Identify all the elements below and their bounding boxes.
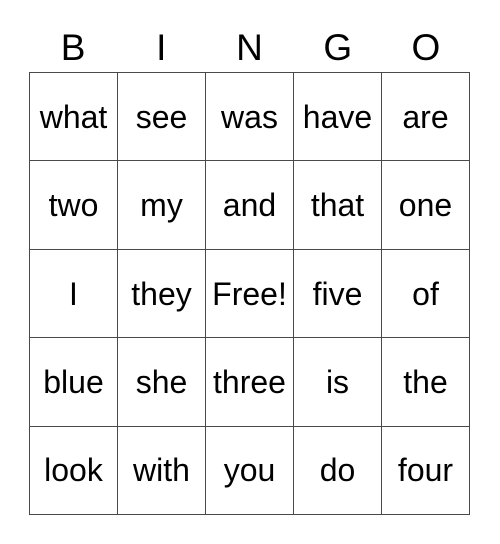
bingo-cell-label: are — [402, 98, 449, 135]
bingo-cell[interactable]: five — [294, 249, 382, 339]
bingo-cell[interactable]: you — [206, 426, 294, 516]
bingo-card: B I N G O what see was have are two my a… — [0, 0, 500, 544]
bingo-cell-label: one — [398, 187, 453, 224]
bingo-cell-label: my — [140, 187, 183, 224]
bingo-cell-label: you — [223, 452, 276, 489]
bingo-cell[interactable]: that — [294, 161, 382, 250]
bingo-cell-label: do — [319, 452, 356, 489]
bingo-cell[interactable]: was — [206, 73, 294, 162]
bingo-header-letter-n: N — [236, 26, 263, 68]
bingo-cell[interactable]: with — [118, 426, 206, 516]
bingo-cell[interactable]: three — [206, 338, 294, 427]
bingo-header-letter-i: I — [156, 26, 167, 68]
bingo-cell[interactable]: look — [30, 426, 118, 516]
bingo-cell[interactable]: and — [206, 161, 294, 250]
bingo-row: what see was have are — [30, 73, 470, 162]
bingo-cell-label: I — [69, 275, 78, 312]
bingo-cell-label: is — [325, 363, 350, 400]
bingo-header-letter-g: G — [323, 26, 353, 68]
bingo-cell[interactable]: one — [382, 161, 470, 250]
bingo-cell[interactable]: of — [382, 249, 470, 339]
bingo-cell-label: five — [312, 275, 363, 312]
bingo-cell[interactable]: the — [382, 338, 470, 427]
bingo-cell[interactable]: I — [30, 249, 118, 339]
bingo-cell-label: and — [222, 187, 277, 224]
bingo-cell-label: have — [302, 98, 373, 135]
bingo-cell-label: three — [213, 363, 286, 400]
bingo-cell-label: was — [221, 98, 278, 135]
bingo-row: look with you do four — [30, 426, 470, 516]
bingo-cell[interactable]: see — [118, 73, 206, 162]
bingo-header-letter-b: B — [60, 26, 86, 68]
bingo-cell-label: with — [133, 452, 190, 489]
bingo-row: I they Free! five of — [30, 249, 470, 339]
bingo-cell-label: the — [403, 363, 448, 400]
bingo-cell[interactable]: do — [294, 426, 382, 516]
bingo-cell[interactable]: my — [118, 161, 206, 250]
bingo-free-cell[interactable]: Free! — [206, 249, 294, 339]
bingo-row: blue she three is the — [30, 338, 470, 427]
bingo-cell[interactable]: two — [30, 161, 118, 250]
bingo-cell[interactable]: they — [118, 249, 206, 339]
bingo-cell-label: that — [310, 187, 365, 224]
bingo-cell[interactable]: four — [382, 426, 470, 516]
bingo-cell[interactable]: blue — [30, 338, 118, 427]
bingo-header-letter-o: O — [411, 26, 441, 68]
bingo-cell-label: see — [135, 98, 188, 135]
bingo-cell[interactable]: she — [118, 338, 206, 427]
bingo-cell-label: what — [39, 98, 108, 135]
bingo-cell-label: blue — [43, 363, 104, 400]
bingo-cell[interactable]: what — [30, 73, 118, 162]
bingo-cell[interactable]: have — [294, 73, 382, 162]
bingo-row: two my and that one — [30, 161, 470, 250]
bingo-grid: what see was have are two my and that on… — [29, 72, 470, 516]
bingo-cell-label: look — [44, 452, 103, 489]
bingo-free-label: Free! — [212, 275, 287, 312]
bingo-cell[interactable]: are — [382, 73, 470, 162]
bingo-cell-label: she — [135, 363, 188, 400]
bingo-cell-label: four — [397, 452, 454, 489]
bingo-header-row: B I N G O — [29, 22, 470, 72]
bingo-cell-label: two — [48, 187, 99, 224]
bingo-cell[interactable]: is — [294, 338, 382, 427]
bingo-cell-label: of — [412, 275, 439, 312]
bingo-cell-label: they — [131, 275, 192, 312]
